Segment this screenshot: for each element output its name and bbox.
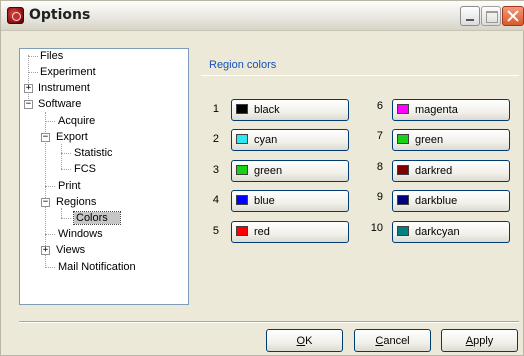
color-button-3[interactable]: green xyxy=(231,160,349,182)
ok-button[interactable]: OK xyxy=(266,329,343,352)
color-number: 4 xyxy=(212,194,219,206)
color-swatch xyxy=(397,226,409,236)
color-swatch xyxy=(236,226,248,236)
color-swatch xyxy=(236,134,248,144)
title-bar[interactable]: Options xyxy=(1,1,524,31)
color-swatch xyxy=(397,165,409,175)
maximize-button[interactable] xyxy=(481,6,501,26)
options-dialog: Options Files Experiment + Instrument − xyxy=(0,0,524,356)
heading-divider xyxy=(201,75,519,76)
color-button-2[interactable]: cyan xyxy=(231,129,349,151)
region-colors-heading: Region colors xyxy=(209,59,277,71)
color-swatch xyxy=(397,104,409,114)
footer-separator xyxy=(19,321,519,323)
tree-item-mail-notification[interactable]: Mail Notification xyxy=(58,260,136,274)
color-swatch xyxy=(236,195,248,205)
apply-button[interactable]: Apply xyxy=(441,329,518,352)
tree-item-views[interactable]: Views xyxy=(56,243,85,257)
color-swatch xyxy=(236,165,248,175)
tree-item-print[interactable]: Print xyxy=(58,179,81,193)
color-button-8[interactable]: darkred xyxy=(392,160,510,182)
color-button-9[interactable]: darkblue xyxy=(392,190,510,212)
color-swatch xyxy=(397,134,409,144)
color-number: 7 xyxy=(376,130,383,142)
collapse-icon[interactable]: − xyxy=(41,133,50,142)
tree-item-fcs[interactable]: FCS xyxy=(74,162,96,176)
tree-item-experiment[interactable]: Experiment xyxy=(40,65,96,79)
close-button[interactable] xyxy=(502,6,524,26)
tree-item-regions[interactable]: Regions xyxy=(56,195,96,209)
app-icon xyxy=(7,7,24,24)
collapse-icon[interactable]: − xyxy=(24,100,33,109)
color-button-4[interactable]: blue xyxy=(231,190,349,212)
window-title: Options xyxy=(29,7,91,23)
color-swatch xyxy=(236,104,248,114)
color-number: 2 xyxy=(212,133,219,145)
color-number: 10 xyxy=(370,222,383,234)
color-button-6[interactable]: magenta xyxy=(392,99,510,121)
collapse-icon[interactable]: − xyxy=(41,198,50,207)
minimize-button[interactable] xyxy=(460,6,480,26)
expand-icon[interactable]: + xyxy=(24,84,33,93)
color-number: 8 xyxy=(376,161,383,173)
tree-item-colors[interactable]: Colors xyxy=(73,211,121,225)
color-number: 6 xyxy=(376,100,383,112)
tree-item-software[interactable]: Software xyxy=(38,97,81,111)
color-swatch xyxy=(397,195,409,205)
tree-item-files[interactable]: Files xyxy=(40,49,63,63)
color-number: 9 xyxy=(376,191,383,203)
color-button-1[interactable]: black xyxy=(231,99,349,121)
tree-item-export[interactable]: Export xyxy=(56,130,88,144)
cancel-button[interactable]: Cancel xyxy=(354,329,431,352)
color-button-10[interactable]: darkcyan xyxy=(392,221,510,243)
tree-item-instrument[interactable]: Instrument xyxy=(38,81,90,95)
color-button-5[interactable]: red xyxy=(231,221,349,243)
tree-item-statistic[interactable]: Statistic xyxy=(74,146,113,160)
expand-icon[interactable]: + xyxy=(41,246,50,255)
options-tree[interactable]: Files Experiment + Instrument − Software… xyxy=(19,48,189,305)
tree-item-acquire[interactable]: Acquire xyxy=(58,114,95,128)
color-number: 5 xyxy=(212,225,219,237)
color-number: 3 xyxy=(212,164,219,176)
color-button-7[interactable]: green xyxy=(392,129,510,151)
color-number: 1 xyxy=(212,103,219,115)
tree-item-windows[interactable]: Windows xyxy=(58,227,103,241)
